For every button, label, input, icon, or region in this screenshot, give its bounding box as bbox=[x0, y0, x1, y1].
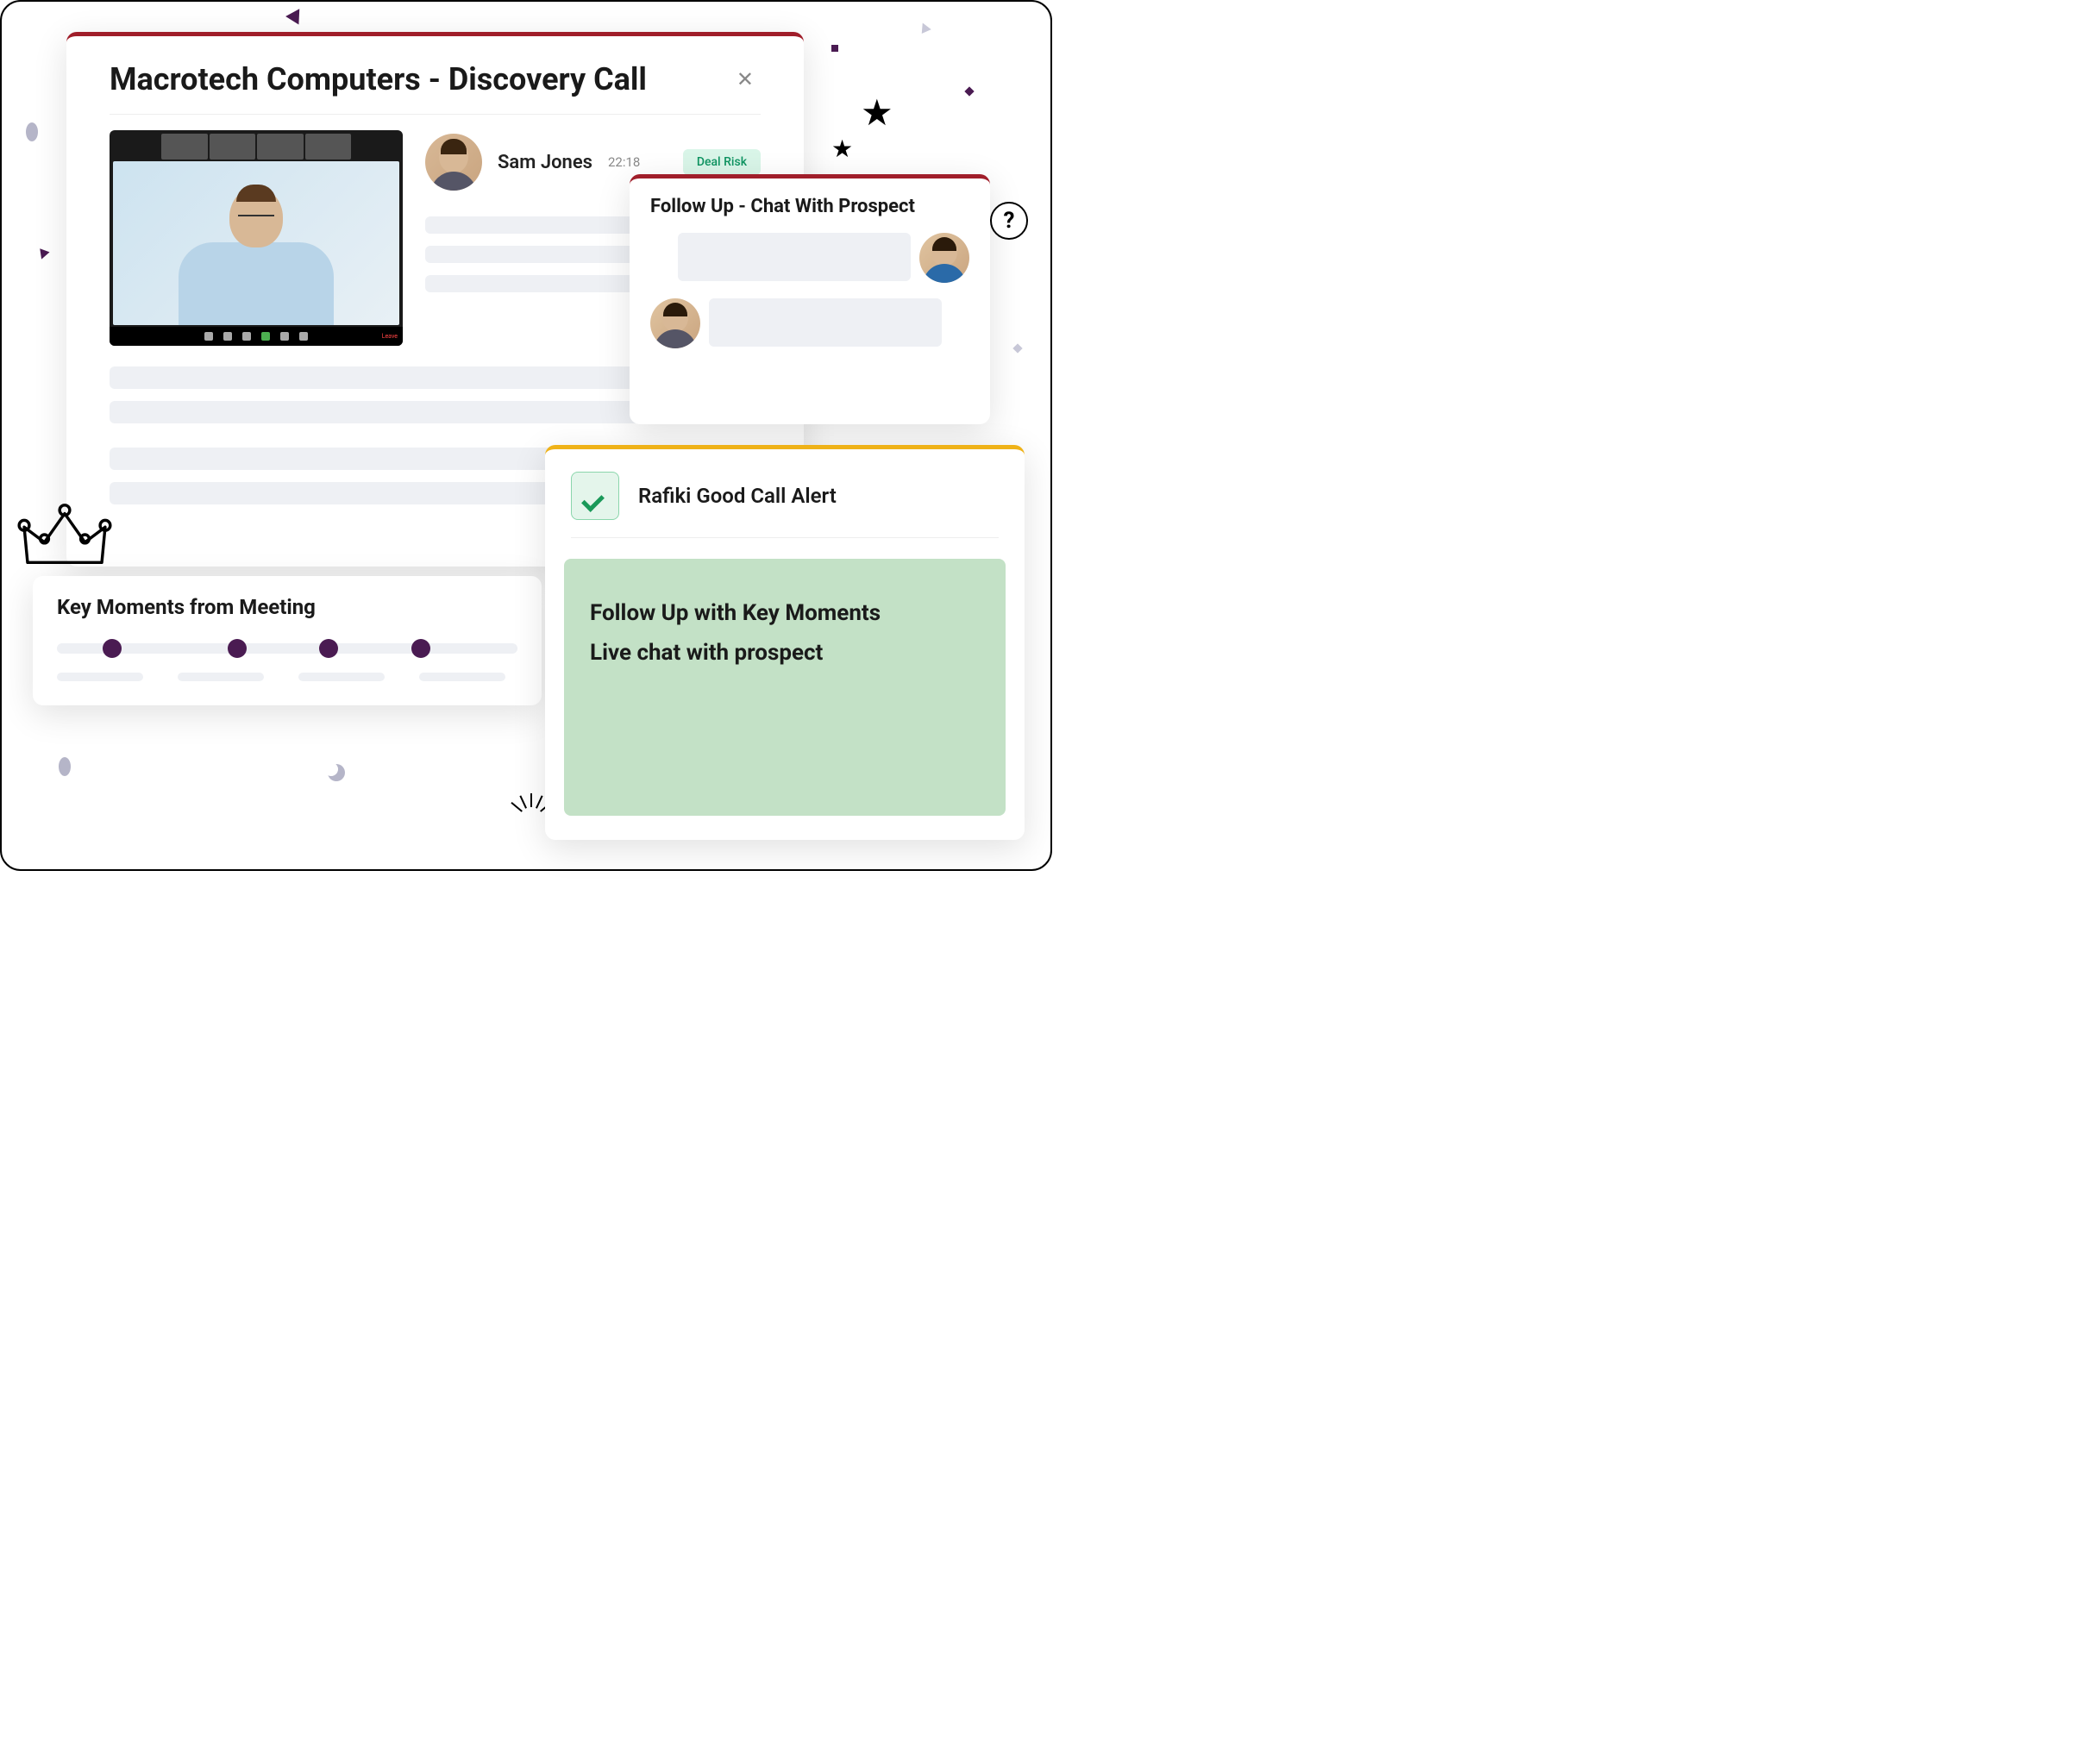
chat-message-row bbox=[630, 298, 990, 348]
oval-doodle bbox=[59, 757, 71, 776]
record-icon[interactable] bbox=[299, 332, 308, 341]
alert-title: Rafiki Good Call Alert bbox=[638, 484, 837, 508]
video-toolbar: Leave bbox=[110, 327, 403, 346]
invite-icon[interactable] bbox=[223, 332, 232, 341]
moments-timeline[interactable] bbox=[57, 643, 517, 654]
moment-label bbox=[57, 673, 143, 681]
confetti-dot bbox=[1012, 343, 1022, 353]
moment-dot[interactable] bbox=[411, 639, 430, 658]
stop-video-icon[interactable] bbox=[204, 332, 213, 341]
video-call-frame: Leave bbox=[110, 130, 403, 346]
chat-text-line bbox=[718, 307, 933, 319]
leave-button[interactable]: Leave bbox=[382, 333, 398, 340]
moment-label bbox=[178, 673, 264, 681]
alert-body: Follow Up with Key Moments Live chat wit… bbox=[564, 559, 1006, 816]
triangle-doodle bbox=[36, 248, 49, 260]
good-call-alert-card: Rafiki Good Call Alert Follow Up with Ke… bbox=[545, 445, 1025, 840]
follow-up-chat-card: Follow Up - Chat With Prospect bbox=[630, 174, 990, 424]
check-icon bbox=[571, 472, 619, 520]
confetti-dot bbox=[964, 86, 974, 96]
prospect-avatar bbox=[919, 233, 969, 283]
moment-label bbox=[419, 673, 505, 681]
star-doodle: ★ bbox=[861, 91, 893, 135]
chat-title: Follow Up - Chat With Prospect bbox=[650, 196, 969, 217]
active-speaker-video bbox=[113, 161, 399, 325]
moment-dot[interactable] bbox=[228, 639, 247, 658]
confetti-dot bbox=[831, 45, 838, 52]
key-moments-card: Key Moments from Meeting bbox=[33, 576, 542, 705]
star-doodle: ★ bbox=[831, 135, 853, 163]
call-title: Macrotech Computers - Discovery Call bbox=[110, 61, 730, 97]
transcript-line bbox=[110, 401, 663, 423]
triangle-doodle bbox=[285, 4, 306, 24]
chat-message-row bbox=[630, 233, 990, 283]
participant-thumbnails bbox=[161, 134, 351, 160]
alert-line-1: Follow Up with Key Moments bbox=[590, 600, 980, 626]
chat-text-line bbox=[686, 241, 902, 254]
chat-bubble bbox=[709, 298, 942, 347]
close-icon[interactable]: ✕ bbox=[730, 60, 761, 98]
oval-doodle bbox=[26, 122, 38, 141]
chat-bubble bbox=[678, 233, 911, 281]
call-timestamp: 22:18 bbox=[608, 154, 640, 170]
deal-risk-badge: Deal Risk bbox=[683, 149, 761, 175]
chat-text-line bbox=[718, 326, 847, 338]
host-avatar bbox=[650, 298, 700, 348]
key-moments-title: Key Moments from Meeting bbox=[57, 595, 517, 619]
chat-icon[interactable] bbox=[280, 332, 289, 341]
moment-dot[interactable] bbox=[103, 639, 122, 658]
moment-dot[interactable] bbox=[319, 639, 338, 658]
alert-line-2: Live chat with prospect bbox=[590, 640, 980, 666]
chat-text-line bbox=[686, 260, 816, 272]
share-screen-icon[interactable] bbox=[261, 332, 270, 341]
host-avatar bbox=[425, 134, 482, 191]
divider bbox=[110, 114, 761, 115]
host-name: Sam Jones bbox=[498, 152, 592, 173]
moon-doodle bbox=[328, 764, 345, 781]
divider bbox=[571, 537, 999, 538]
question-mark: ? bbox=[1004, 208, 1015, 234]
participants-icon[interactable] bbox=[242, 332, 251, 341]
moment-label bbox=[298, 673, 385, 681]
question-icon: ? bbox=[990, 202, 1028, 240]
triangle-doodle bbox=[918, 21, 931, 34]
